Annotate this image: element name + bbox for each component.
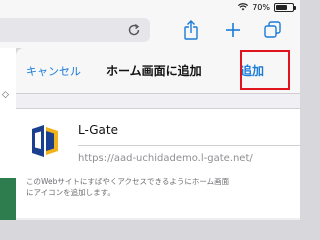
- wifi-icon: [238, 3, 249, 11]
- description-line-1: このWebサイトにすばやくアクセスできるようにホーム画面: [26, 177, 230, 186]
- sheet-header: キャンセル ホーム画面に追加 追加: [16, 48, 300, 94]
- add-to-home-sheet: キャンセル ホーム画面に追加 追加 L-Gate https://aad-uch…: [16, 48, 300, 220]
- status-indicators: 70%: [238, 1, 296, 13]
- tabs-icon[interactable]: [262, 19, 284, 41]
- battery-level: [276, 4, 288, 10]
- battery-icon: [274, 2, 296, 12]
- reload-icon[interactable]: [126, 22, 142, 38]
- app-card: L-Gate https://aad-uchidademo.l-gate.net…: [16, 108, 300, 218]
- plus-icon[interactable]: [222, 19, 244, 41]
- sheet-title: ホーム画面に追加: [106, 64, 202, 78]
- cancel-button[interactable]: キャンセル: [26, 63, 81, 79]
- background-page-glyph: ◇: [2, 90, 9, 100]
- background-page-banner: [0, 178, 16, 220]
- l-gate-app-icon: [32, 125, 58, 157]
- app-name-field[interactable]: L-Gate: [78, 123, 118, 137]
- battery-percent: 70%: [252, 2, 270, 12]
- app-url: https://aad-uchidademo.l-gate.net/: [78, 153, 253, 164]
- background-page: ◇: [0, 48, 16, 220]
- add-button[interactable]: 追加: [240, 62, 264, 79]
- address-bar[interactable]: [0, 18, 150, 42]
- share-icon[interactable]: [180, 19, 202, 41]
- status-bar: 70%: [0, 0, 300, 14]
- field-divider: [78, 145, 300, 146]
- description-line-2: にアイコンを追加します。: [26, 188, 115, 197]
- sheet-description: このWebサイトにすばやくアクセスできるようにホーム画面 にアイコンを追加します…: [26, 176, 296, 198]
- browser-toolbar: [0, 14, 300, 48]
